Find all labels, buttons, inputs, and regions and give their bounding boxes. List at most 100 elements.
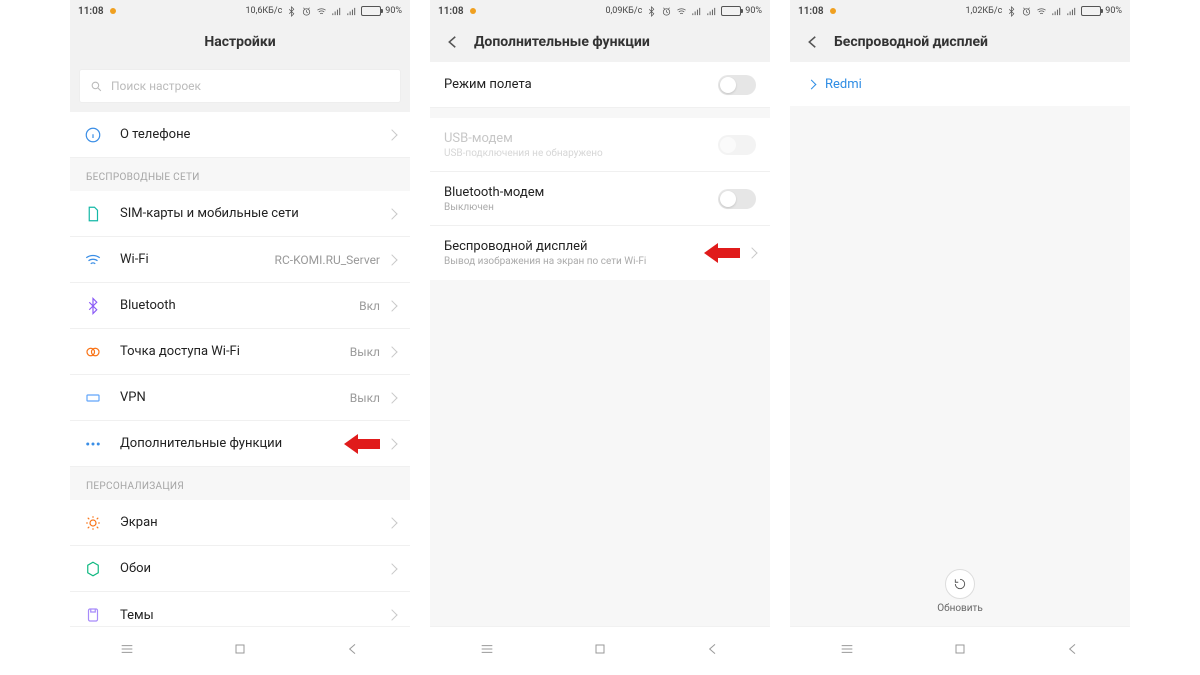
status-netspeed: 10,6КБ/с [245,6,282,16]
signal-icon [346,6,357,17]
info-icon [84,126,102,144]
page-title: Настройки [204,34,275,50]
row-label: Темы [120,608,388,623]
row-hotspot[interactable]: Точка доступа Wi-Fi Выкл [70,329,410,375]
chevron-right-icon [386,438,397,449]
nav-bar [70,626,410,670]
chevron-right-icon [807,79,817,89]
nav-recent-button[interactable] [836,638,858,660]
row-label: Точка доступа Wi-Fi [120,344,350,359]
battery-pct: 90% [385,6,402,16]
vpn-icon [84,389,102,407]
status-bar: 11:08 0,09КБ/с 90% [430,0,770,22]
row-wifi[interactable]: Wi-Fi RC-KOMI.RU_Server [70,237,410,283]
chevron-right-icon [386,517,397,528]
toggle-bt-modem[interactable] [718,189,756,209]
chevron-right-icon [386,609,397,620]
row-label: SIM-карты и мобильные сети [120,206,388,221]
nav-back-button[interactable] [702,638,724,660]
device-name: Redmi [825,77,862,92]
row-sublabel: Вывод изображения на экран по сети Wi-Fi [444,256,748,267]
nav-home-button[interactable] [949,638,971,660]
section-wireless: БЕСПРОВОДНЫЕ СЕТИ [70,158,410,191]
row-wireless-display[interactable]: Беспроводной дисплей Вывод изображения н… [430,226,770,280]
bluetooth-icon [84,297,102,315]
row-wallpaper[interactable]: Обои [70,546,410,592]
chevron-right-icon [386,563,397,574]
wallpaper-icon [84,560,102,578]
battery-icon [721,6,741,16]
row-bt-modem[interactable]: Bluetooth-модем Выключен [430,172,770,226]
row-about-phone[interactable]: О телефоне [70,112,410,158]
status-time: 11:08 [798,6,824,17]
row-device-redmi[interactable]: Redmi [790,62,1130,106]
row-label: Режим полета [444,77,718,92]
nav-recent-button[interactable] [116,638,138,660]
phone-settings: 11:08 10,6КБ/с 90% Настройки Поиск настр… [70,0,410,670]
row-airplane[interactable]: Режим полета [430,62,770,108]
chevron-right-icon [746,247,757,258]
row-vpn[interactable]: VPN Выкл [70,375,410,421]
nav-back-button[interactable] [1062,638,1084,660]
battery-pct: 90% [745,6,762,16]
toggle-airplane[interactable] [718,75,756,95]
row-label: Wi-Fi [120,252,275,267]
more-icon [84,435,102,453]
refresh-button[interactable] [945,569,975,599]
alarm-icon [661,6,672,17]
status-dot-icon [470,8,476,14]
chevron-right-icon [386,254,397,265]
row-display[interactable]: Экран [70,500,410,546]
section-personalization: ПЕРСОНАЛИЗАЦИЯ [70,467,410,500]
row-label: Беспроводной дисплей [444,239,748,254]
chevron-right-icon [386,208,397,219]
nav-recent-button[interactable] [476,638,498,660]
page-title: Беспроводной дисплей [834,34,988,50]
display-icon [84,514,102,532]
nav-home-button[interactable] [589,638,611,660]
search-placeholder: Поиск настроек [111,79,201,93]
status-netspeed: 0,09КБ/с [605,6,642,16]
toggle-usb [718,135,756,155]
search-input[interactable]: Поиск настроек [80,70,400,102]
themes-icon [84,606,102,624]
nav-home-button[interactable] [229,638,251,660]
row-sim[interactable]: SIM-карты и мобильные сети [70,191,410,237]
refresh-label: Обновить [937,603,983,614]
wifi-icon [84,251,102,269]
phone-wireless-display: 11:08 1,02КБ/с 90% Беспроводной дисплей … [790,0,1130,670]
back-button[interactable] [444,33,462,51]
chevron-right-icon [386,129,397,140]
row-more-functions[interactable]: Дополнительные функции [70,421,410,467]
bluetooth-icon [286,6,297,17]
battery-pct: 90% [1105,6,1122,16]
bluetooth-icon [646,6,657,17]
chevron-right-icon [386,300,397,311]
row-bluetooth[interactable]: Bluetooth Вкл [70,283,410,329]
status-time: 11:08 [78,6,104,17]
signal-icon [1051,6,1062,17]
nav-back-button[interactable] [342,638,364,660]
row-value: Выкл [350,391,380,405]
sim-icon [84,205,102,223]
header: Дополнительные функции [430,22,770,62]
status-bar: 11:08 1,02КБ/с 90% [790,0,1130,22]
row-label: Обои [120,561,388,576]
row-label: USB-модем [444,131,718,146]
alarm-icon [1021,6,1032,17]
page-title: Дополнительные функции [474,34,650,50]
signal-icon [331,6,342,17]
header: Беспроводной дисплей [790,22,1130,62]
wifi-icon [316,6,327,17]
row-label: VPN [120,390,350,405]
bluetooth-icon [1006,6,1017,17]
row-value: Выкл [350,345,380,359]
battery-icon [1081,6,1101,16]
header: Настройки [70,22,410,62]
back-button[interactable] [804,33,822,51]
battery-icon [361,6,381,16]
wifi-icon [676,6,687,17]
row-usb-modem: USB-модем USB-подключения не обнаружено [430,118,770,172]
signal-icon [706,6,717,17]
row-themes[interactable]: Темы [70,592,410,626]
